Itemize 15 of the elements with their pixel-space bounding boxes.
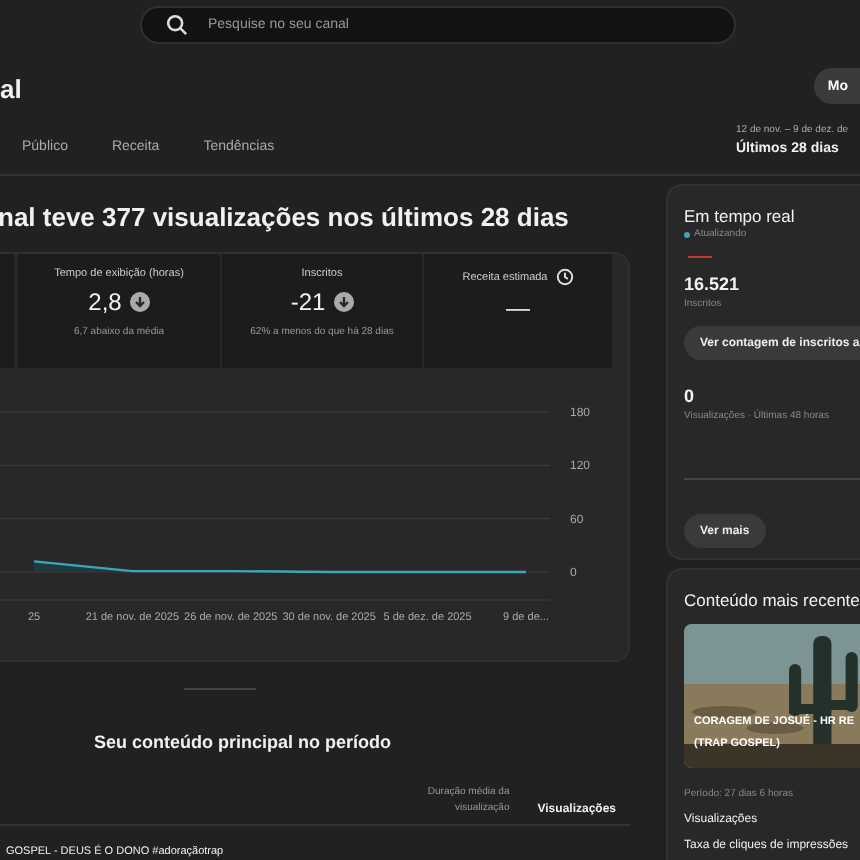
search-icon (166, 14, 188, 36)
page-title: al (0, 73, 22, 103)
status-dot (684, 231, 690, 237)
down-arrow-icon (129, 292, 150, 312)
clock-icon (555, 268, 574, 286)
section-title: Seu conteúdo principal no período (94, 732, 394, 752)
stat-value: -21 (290, 288, 326, 316)
headline: nal teve 377 visualizações nos últimos 28 dias (0, 200, 571, 236)
stat-value: — (506, 294, 530, 322)
view-count: 0 (684, 386, 697, 406)
down-arrow-icon (333, 292, 354, 312)
stat-value: 2,8 (88, 288, 122, 316)
panel-title: Conteúdo mais recente (684, 590, 860, 610)
panel-title: Em tempo real (684, 206, 797, 226)
subscriber-count: 16.521 (684, 274, 742, 294)
